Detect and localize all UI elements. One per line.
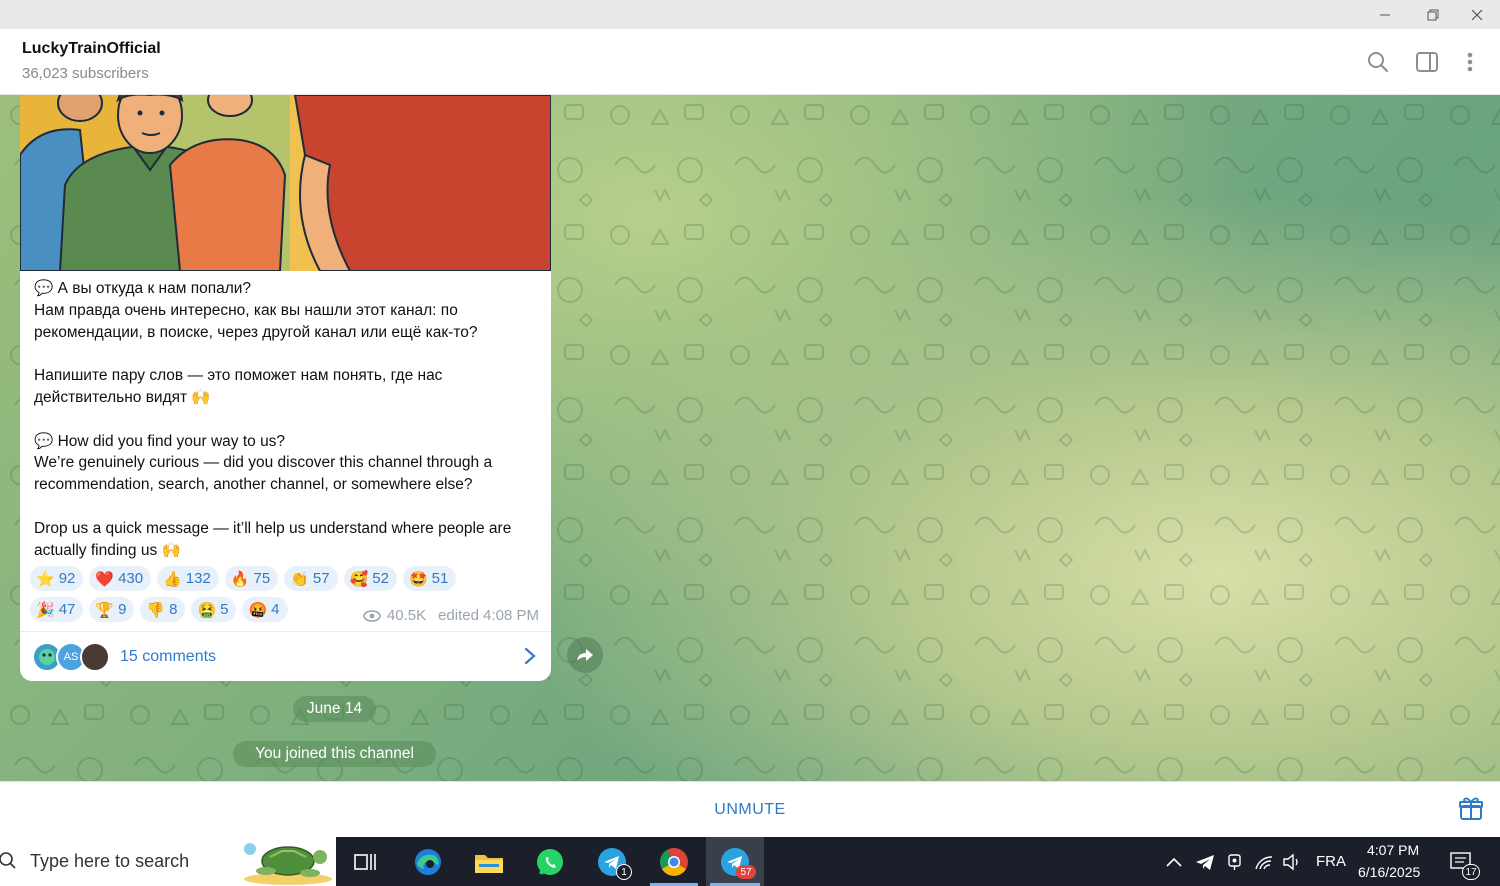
close-icon[interactable] bbox=[1454, 0, 1500, 29]
windows-taskbar: Type here to search 1 57 FRA 4:07 PM 6/1… bbox=[0, 837, 1500, 886]
reaction-clap[interactable]: 👏 57 bbox=[284, 566, 338, 591]
reaction-star[interactable]: ⭐ 92 bbox=[30, 566, 84, 591]
clap-emoji-icon: 👏 bbox=[290, 570, 309, 588]
forward-icon bbox=[577, 649, 593, 661]
subscriber-count: 36,023 subscribers bbox=[22, 65, 149, 82]
telegram-unread-badge: 57 bbox=[736, 865, 756, 879]
post-illustration-image[interactable] bbox=[20, 95, 551, 271]
reaction-count: 4 bbox=[271, 601, 280, 618]
vomit-emoji-icon: 🤮 bbox=[197, 601, 217, 619]
angry-emoji-icon: 🤬 bbox=[248, 601, 268, 619]
telegram-badge: 1 bbox=[616, 864, 632, 880]
reaction-thumbs-up[interactable]: 👍 132 bbox=[157, 566, 219, 591]
chevron-up-icon[interactable] bbox=[1166, 857, 1182, 867]
post-text-en-cta: Drop us a quick message — it’ll help us … bbox=[34, 519, 516, 559]
post-text-en-body: We’re genuinely curious — did you discov… bbox=[34, 454, 497, 494]
reaction-count: 8 bbox=[169, 601, 178, 618]
reaction-count: 57 bbox=[312, 570, 330, 587]
joined-channel-notice: You joined this channel bbox=[233, 741, 436, 767]
post-text-en-question: 💬 How did you find your way to us? bbox=[34, 432, 286, 450]
reaction-star-struck[interactable]: 🤩 51 bbox=[402, 566, 457, 591]
clock-date[interactable]: 6/16/2025 bbox=[1358, 864, 1420, 880]
trophy-emoji-icon: 🏆 bbox=[95, 601, 115, 619]
task-view-icon[interactable] bbox=[337, 837, 393, 886]
clock-time[interactable]: 4:07 PM bbox=[1367, 842, 1419, 858]
reaction-count: 51 bbox=[431, 570, 449, 587]
view-count: 40.5K bbox=[386, 607, 427, 624]
webcam-icon[interactable] bbox=[1226, 853, 1244, 871]
post-meta: 40.5K edited 4:08 PM bbox=[363, 607, 539, 624]
reaction-count: 47 bbox=[58, 601, 76, 618]
telegram-active-icon[interactable]: 57 bbox=[706, 837, 764, 886]
reaction-trophy[interactable]: 🏆 9 bbox=[89, 597, 135, 622]
edited-timestamp: edited 4:08 PM bbox=[438, 607, 539, 624]
search-icon[interactable] bbox=[1365, 49, 1391, 75]
fire-emoji-icon: 🔥 bbox=[230, 570, 250, 588]
reaction-count: 75 bbox=[253, 570, 271, 587]
sidebar-toggle-icon[interactable] bbox=[1414, 49, 1440, 75]
chrome-icon[interactable] bbox=[646, 837, 702, 886]
unmute-button[interactable]: UNMUTE bbox=[680, 796, 820, 824]
sea-turtle-icon bbox=[244, 843, 332, 885]
restore-icon[interactable] bbox=[1410, 0, 1456, 29]
post-text-ru-question: 💬 А вы откуда к нам попали? bbox=[34, 280, 252, 297]
chat-area[interactable]: 💬 А вы откуда к нам попали? Нам правда о… bbox=[0, 95, 1500, 781]
reaction-fire[interactable]: 🔥 75 bbox=[224, 566, 279, 591]
bottom-bar: UNMUTE bbox=[0, 781, 1500, 837]
file-explorer-icon[interactable] bbox=[461, 837, 517, 886]
share-button[interactable] bbox=[567, 637, 603, 673]
comments-label[interactable]: 15 comments bbox=[120, 648, 216, 666]
thumbs-down-emoji-icon: 👎 bbox=[146, 601, 166, 619]
more-vertical-icon[interactable] bbox=[1457, 49, 1483, 75]
smiling-hearts-emoji-icon: 🥰 bbox=[349, 570, 369, 588]
language-indicator[interactable]: FRA bbox=[1316, 853, 1346, 870]
reaction-thumbs-down[interactable]: 👎 8 bbox=[140, 597, 186, 622]
reaction-count: 5 bbox=[220, 601, 229, 618]
reaction-count: 92 bbox=[58, 570, 76, 587]
reaction-love-face[interactable]: 🥰 52 bbox=[343, 566, 397, 591]
reactions-row-1: ⭐ 92 ❤️ 430 👍 132 🔥 75 👏 57 🥰 52 🤩 51 bbox=[30, 566, 550, 591]
telegram-tray-icon[interactable] bbox=[1195, 853, 1215, 871]
reaction-angry[interactable]: 🤬 4 bbox=[242, 597, 288, 622]
whatsapp-icon[interactable] bbox=[522, 837, 578, 886]
chat-header[interactable]: LuckyTrainOfficial 36,023 subscribers bbox=[0, 29, 1500, 95]
post-text-ru-body: Нам правда очень интересно, как вы нашли… bbox=[34, 301, 478, 341]
avatar bbox=[80, 642, 110, 672]
taskbar-search-box[interactable]: Type here to search bbox=[0, 837, 336, 886]
channel-title[interactable]: LuckyTrainOfficial bbox=[22, 40, 161, 58]
minimize-icon[interactable] bbox=[1362, 0, 1408, 29]
search-icon bbox=[0, 852, 16, 869]
reaction-count: 132 bbox=[185, 570, 211, 587]
edge-browser-icon[interactable] bbox=[400, 837, 456, 886]
eye-icon bbox=[363, 609, 381, 622]
reaction-heart[interactable]: ❤️ 430 bbox=[89, 566, 152, 591]
notification-count-badge: 17 bbox=[1462, 864, 1480, 880]
telegram-icon[interactable]: 1 bbox=[584, 837, 640, 886]
star-emoji-icon: ⭐ bbox=[36, 570, 55, 588]
reaction-count: 430 bbox=[118, 570, 144, 587]
thumbs-up-emoji-icon: 👍 bbox=[163, 570, 182, 588]
reaction-count: 52 bbox=[372, 570, 389, 587]
volume-icon[interactable] bbox=[1282, 853, 1302, 871]
chevron-right-icon bbox=[524, 647, 536, 665]
post-text-ru-cta: Напишите пару слов — это поможет нам пон… bbox=[34, 367, 447, 406]
gift-icon[interactable] bbox=[1458, 796, 1484, 822]
search-placeholder: Type here to search bbox=[30, 851, 190, 871]
channel-post[interactable]: 💬 А вы откуда к нам попали? Нам правда о… bbox=[20, 95, 551, 681]
party-popper-emoji-icon: 🎉 bbox=[36, 601, 55, 619]
heart-emoji-icon: ❤️ bbox=[95, 570, 115, 588]
reaction-vomit[interactable]: 🤮 5 bbox=[191, 597, 237, 622]
date-separator: June 14 bbox=[293, 696, 376, 722]
star-struck-emoji-icon: 🤩 bbox=[408, 570, 428, 588]
reaction-count: 9 bbox=[118, 601, 127, 618]
comments-button[interactable]: AS 15 comments bbox=[20, 631, 551, 681]
reaction-party[interactable]: 🎉 47 bbox=[30, 597, 84, 622]
window-titlebar bbox=[0, 0, 1500, 29]
post-text: 💬 А вы откуда к нам попали? Нам правда о… bbox=[34, 278, 539, 561]
wifi-icon[interactable] bbox=[1254, 853, 1274, 871]
